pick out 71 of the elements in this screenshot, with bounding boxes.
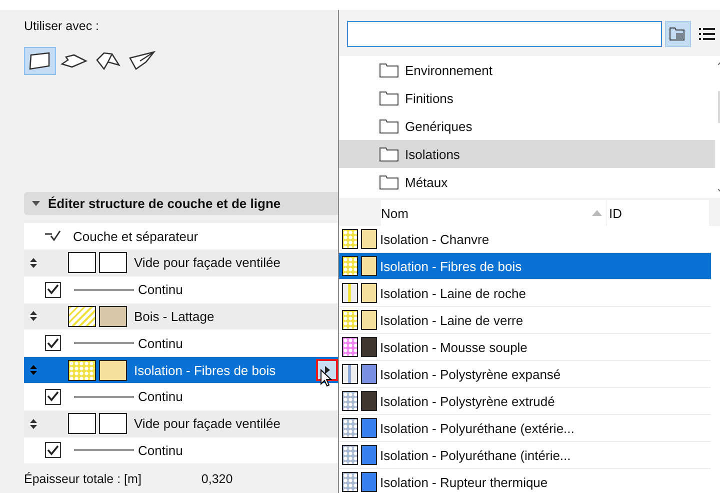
line-sample-icon [74, 288, 134, 291]
column-title: Nom [381, 206, 408, 220]
section-title: Éditer structure de couche et de ligne [48, 196, 281, 212]
folder-icon [379, 90, 399, 106]
triangle-icon [324, 366, 330, 374]
shape-icon [128, 50, 156, 72]
material-item[interactable]: Isolation - Fibres de bois [339, 253, 711, 280]
folder-icon [379, 146, 399, 162]
line-type: Continu [138, 442, 183, 458]
folder-view-button[interactable] [665, 20, 691, 46]
folder-name: Isolations [405, 146, 460, 162]
folder-item[interactable]: Finitions [339, 84, 715, 112]
material-name: Isolation - Chanvre [380, 232, 490, 246]
folder-item[interactable]: Environnement [339, 56, 715, 84]
drag-handle-icon[interactable] [30, 365, 36, 376]
material-name: Isolation - Polystyrène expansé [380, 366, 561, 382]
folder-item[interactable]: Isolations [339, 140, 715, 168]
material-item[interactable]: Isolation - Mousse souple [339, 334, 711, 361]
shape-icon [94, 50, 122, 72]
checkbox[interactable] [45, 282, 61, 298]
list-icon [698, 26, 716, 40]
folder-icon [379, 62, 399, 78]
material-item[interactable]: Isolation - Laine de roche [339, 280, 711, 307]
total-thickness-value: 0,320 [201, 472, 233, 486]
checkbox[interactable] [45, 442, 61, 458]
material-item[interactable]: Isolation - Rupteur thermique [339, 469, 711, 493]
line-type: Continu [138, 389, 183, 404]
name-column-header[interactable]: Nom [381, 200, 606, 226]
total-thickness-label: Épaisseur totale : [m] [24, 472, 142, 486]
material-item[interactable]: Isolation - Polystyrène expansé [339, 361, 711, 388]
caret-icon [32, 200, 40, 207]
material-name: Isolation - Polyuréthane (extérie... [380, 420, 574, 436]
folder-item[interactable]: Genériques [339, 112, 715, 140]
material-name: Isolation - Polyuréthane (intérie... [380, 448, 571, 462]
drag-handle-icon[interactable] [30, 311, 36, 322]
folder-list-icon [669, 26, 687, 42]
material-item[interactable]: Isolation - Laine de verre [339, 307, 711, 334]
checkbox[interactable] [45, 388, 61, 405]
sort-arrow-icon [592, 210, 602, 216]
line-type: Continu [138, 282, 183, 298]
tool-button[interactable] [24, 47, 56, 75]
layer-name[interactable]: Bois - Lattage [134, 308, 214, 324]
folder-item[interactable]: Métaux [339, 168, 715, 196]
material-item[interactable]: Isolation - Polyuréthane (extérie... [339, 415, 711, 442]
column-header: Couche et séparateur [73, 228, 198, 244]
folder-name: Finitions [405, 90, 454, 106]
material-item[interactable]: Isolation - Polyuréthane (intérie... [339, 442, 711, 469]
section-header[interactable]: Éditer structure de couche et de ligne [24, 192, 338, 216]
drag-handle-icon[interactable] [30, 418, 36, 429]
material-name: Isolation - Laine de verre [380, 312, 524, 328]
material-name: Isolation - Fibres de bois [380, 258, 522, 274]
material-name: Isolation - Rupteur thermique [380, 474, 548, 490]
drag-handle-icon[interactable] [30, 258, 36, 268]
material-name: Isolation - Laine de roche [380, 286, 526, 300]
material-name: Isolation - Polystyrène extrudé [380, 394, 555, 408]
use-with-label: Utiliser avec : [24, 19, 100, 33]
check-column-icon [44, 230, 62, 242]
line-sample-icon [74, 342, 134, 344]
line-sample-icon [74, 449, 134, 452]
material-name: Isolation - Mousse souple [380, 340, 528, 354]
checkbox[interactable] [45, 335, 61, 352]
material-item[interactable]: Isolation - Polystyrène extrudé [339, 388, 711, 415]
folder-name: Genériques [405, 118, 472, 134]
folder-icon [379, 174, 399, 190]
line-sample-icon [74, 396, 134, 398]
line-type: Continu [138, 336, 183, 351]
search-field[interactable] [347, 20, 662, 46]
folder-name: Métaux [405, 174, 448, 190]
id-column-header[interactable]: ID [607, 200, 709, 226]
folder-icon [379, 118, 399, 134]
folder-name: Environnement [405, 62, 492, 78]
